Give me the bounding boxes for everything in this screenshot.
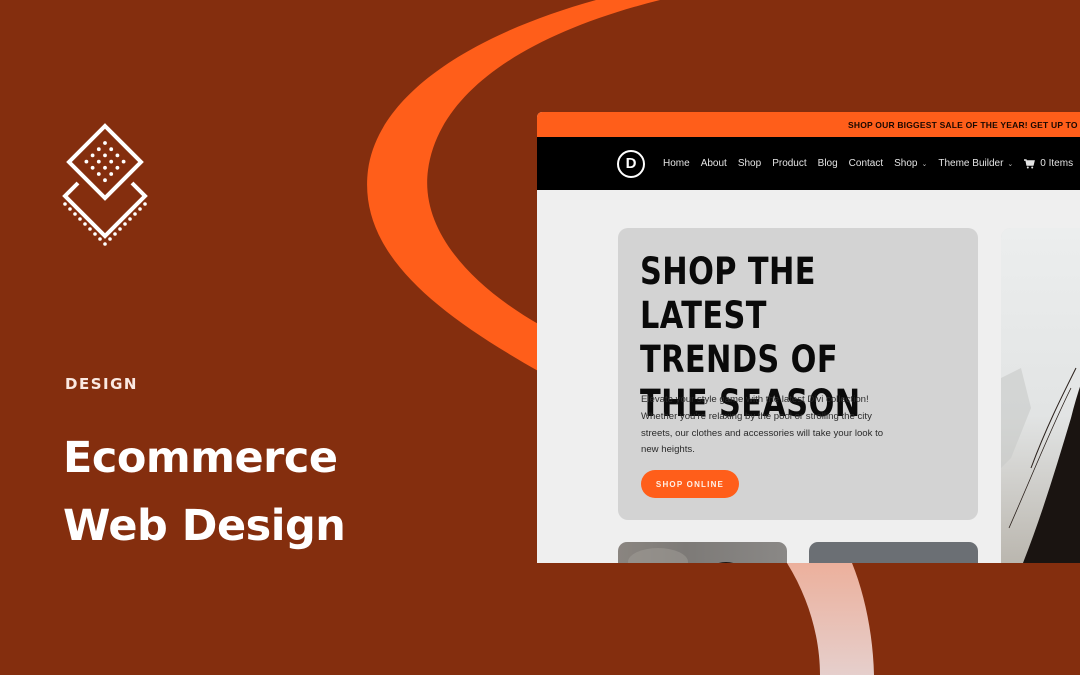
pink-swoosh: [787, 563, 874, 675]
nav-item-shop-dropdown[interactable]: Shop ⌄: [894, 158, 927, 169]
logo-dot: [68, 207, 72, 211]
hero-card: SHOP THE LATEST TRENDS OF THE SEASON Ele…: [618, 228, 978, 520]
nav-item-about[interactable]: About: [701, 158, 727, 169]
logo-dot: [103, 165, 107, 170]
logo-dot: [138, 207, 142, 211]
nav-item-shop[interactable]: Shop: [738, 158, 761, 169]
hero-description: Elevate your style game with the latest …: [641, 394, 884, 456]
cart-icon: [1024, 158, 1036, 168]
logo-dot: [143, 202, 147, 206]
logo-dot: [109, 147, 114, 152]
logo-dot: [113, 232, 117, 236]
nav-item-blog[interactable]: Blog: [818, 158, 838, 169]
logo-dot: [128, 217, 132, 221]
chevron-down-icon: ⌄: [1007, 160, 1014, 168]
cart-link[interactable]: 0 Items: [1024, 158, 1073, 169]
divi-logo[interactable]: D: [617, 149, 645, 178]
logo-dot: [108, 237, 112, 241]
logo-dot: [90, 165, 95, 170]
shop-online-button[interactable]: SHOP ONLINE: [641, 470, 739, 498]
model-photo-image: [1001, 228, 1080, 563]
logo-dot: [109, 172, 114, 176]
title-line-2: Web Design: [63, 501, 346, 551]
logo-dot: [133, 212, 137, 216]
layered-diamond-icon: [62, 123, 148, 246]
nav-item-theme-builder[interactable]: Theme Builder ⌄: [938, 158, 1013, 169]
category-label: DESIGN: [65, 375, 138, 393]
logo-dot: [103, 153, 107, 158]
logo-dot: [90, 153, 95, 158]
promo-banner: SHOP OUR BIGGEST SALE OF THE YEAR! GET U…: [537, 112, 1080, 137]
logo-dot: [78, 217, 82, 221]
logo-dot: [115, 165, 120, 170]
website-mockup: SHOP OUR BIGGEST SALE OF THE YEAR! GET U…: [537, 112, 1080, 563]
hero-photo: [1001, 228, 1080, 563]
logo-dot: [103, 242, 107, 246]
logo-dot: [118, 227, 122, 231]
logo-dot: [109, 159, 114, 164]
logo-dot: [63, 202, 67, 206]
logo-dot: [93, 232, 97, 236]
logo-dot: [115, 153, 120, 158]
product-card-1-image: [628, 548, 734, 563]
logo-dot: [83, 222, 87, 226]
logo-dot: [96, 172, 101, 176]
nav-item-home[interactable]: Home: [663, 158, 690, 169]
product-card-2[interactable]: [809, 542, 978, 563]
logo-dot: [96, 159, 101, 164]
nav-bar: D Home About Shop Product Blog Contact S…: [537, 137, 1080, 190]
nav-item-product[interactable]: Product: [772, 158, 806, 169]
product-card-1[interactable]: [618, 542, 787, 563]
page-title: Ecommerce Web Design: [63, 424, 346, 560]
chevron-down-icon: ⌄: [921, 160, 928, 168]
logo-dot: [123, 222, 127, 226]
logo-dot: [103, 141, 107, 145]
logo-dot: [88, 227, 92, 231]
logo-dot: [98, 237, 102, 241]
nav-item-contact[interactable]: Contact: [849, 158, 883, 169]
logo-dot: [121, 159, 126, 164]
title-line-1: Ecommerce: [63, 433, 338, 483]
logo-dot: [103, 178, 107, 183]
logo-dot: [73, 212, 77, 216]
logo-dot: [96, 147, 101, 152]
logo-dot: [84, 159, 89, 164]
